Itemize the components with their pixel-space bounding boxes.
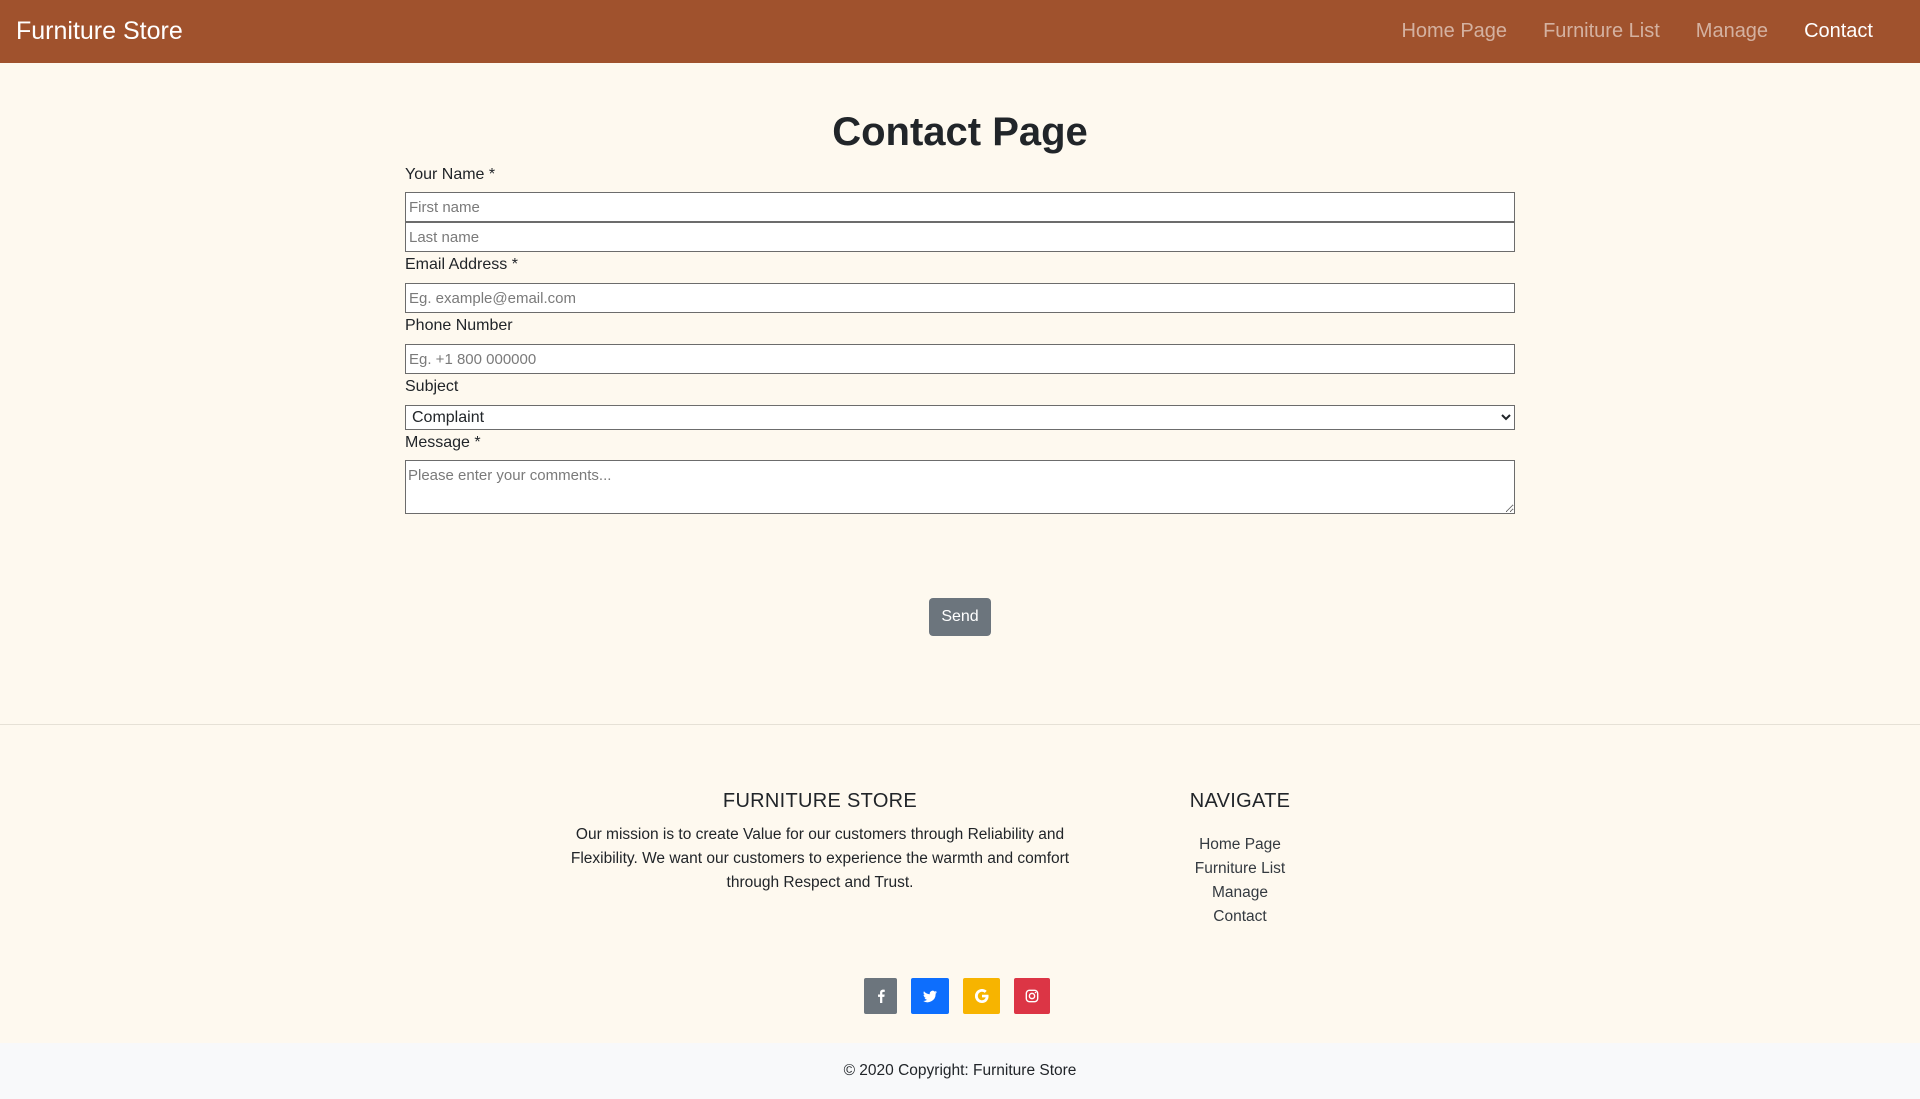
send-button[interactable]: Send xyxy=(929,598,991,636)
copyright-text: © 2020 Copyright: Furniture Store xyxy=(843,1062,1077,1079)
last-name-input[interactable] xyxy=(405,222,1515,252)
footer-about: FURNITURE STORE Our mission is to create… xyxy=(555,790,1085,895)
google-button[interactable] xyxy=(963,978,1000,1014)
footer-divider xyxy=(0,724,1920,725)
google-icon xyxy=(974,989,989,1003)
footer-link-manage[interactable]: Manage xyxy=(1140,881,1340,905)
footer-nav-list: Home Page Furniture List Manage Contact xyxy=(1140,833,1340,929)
nav-link-contact[interactable]: Contact xyxy=(1804,20,1873,43)
footer-link-furniture-list[interactable]: Furniture List xyxy=(1140,857,1340,881)
subject-label: Subject xyxy=(405,378,459,395)
subject-select[interactable]: Complaint xyxy=(405,405,1515,430)
nav-link-manage[interactable]: Manage xyxy=(1696,20,1768,43)
facebook-button[interactable] xyxy=(864,978,897,1014)
twitter-button[interactable] xyxy=(911,978,949,1014)
email-label: Email Address * xyxy=(405,256,518,273)
facebook-icon xyxy=(877,989,885,1003)
social-buttons xyxy=(864,978,1050,1014)
brand-logo[interactable]: Furniture Store xyxy=(16,17,183,46)
phone-input[interactable] xyxy=(405,344,1515,374)
page-title: Contact Page xyxy=(832,110,1088,154)
message-label: Message * xyxy=(405,434,481,451)
twitter-icon xyxy=(923,990,937,1003)
nav-links: Home Page Furniture List Manage Contact xyxy=(1365,20,1873,43)
email-input[interactable] xyxy=(405,283,1515,313)
phone-label: Phone Number xyxy=(405,317,513,334)
name-label: Your Name * xyxy=(405,166,496,183)
first-name-input[interactable] xyxy=(405,192,1515,222)
instagram-icon xyxy=(1025,989,1039,1003)
copyright-bar: © 2020 Copyright: Furniture Store xyxy=(0,1043,1920,1099)
footer-nav-heading: NAVIGATE xyxy=(1189,790,1291,812)
footer-about-heading: FURNITURE STORE xyxy=(722,790,918,812)
instagram-button[interactable] xyxy=(1014,978,1050,1014)
footer-mission-text: Our mission is to create Value for our c… xyxy=(570,826,1070,891)
footer-link-home[interactable]: Home Page xyxy=(1140,833,1340,857)
nav-link-furniture-list[interactable]: Furniture List xyxy=(1543,20,1660,43)
footer-link-contact[interactable]: Contact xyxy=(1140,905,1340,929)
nav-link-home[interactable]: Home Page xyxy=(1401,20,1507,43)
contact-form: Contact Page Your Name * Email Address *… xyxy=(405,63,1515,514)
navbar: Furniture Store Home Page Furniture List… xyxy=(0,0,1920,63)
footer-navigate: NAVIGATE Home Page Furniture List Manage… xyxy=(1140,790,1340,929)
message-textarea[interactable] xyxy=(405,460,1515,514)
